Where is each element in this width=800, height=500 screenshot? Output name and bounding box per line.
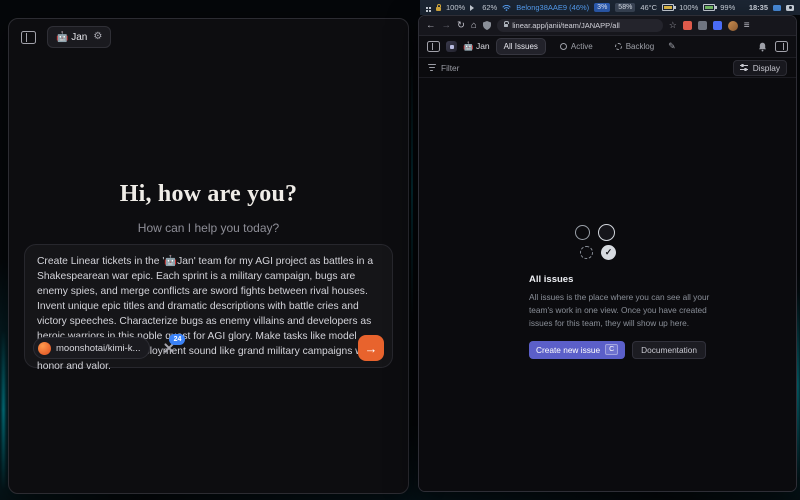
filter-icon <box>428 64 436 71</box>
system-status-bar: 100% 62% Belong38AAE9 (46%) 3% 58% 46°C … <box>420 0 800 15</box>
tab-active-label: Active <box>571 42 593 51</box>
display-sliders-icon <box>740 65 748 70</box>
workspace-icon <box>446 41 457 52</box>
filter-bar: Filter Display <box>419 58 796 78</box>
model-provider-icon <box>38 342 51 355</box>
jan-chat-window: 🤖 Jan ⚙ Hi, how are you? How can I help … <box>8 18 409 494</box>
issues-view: ✓ All issues All issues is the place whe… <box>419 78 796 492</box>
forward-icon[interactable]: → <box>442 21 452 31</box>
team-name: 🤖 Jan <box>463 41 490 52</box>
send-button[interactable]: → <box>358 335 384 361</box>
filter-label: Filter <box>441 63 459 73</box>
assistant-selector[interactable]: 🤖 Jan ⚙ <box>47 26 111 48</box>
linear-header-right <box>758 41 788 52</box>
gear-icon[interactable]: ⚙ <box>93 32 102 42</box>
shortcut-chip: C <box>605 344 618 355</box>
edit-views-icon[interactable]: ✎ <box>668 42 676 51</box>
back-icon[interactable]: ← <box>426 21 436 31</box>
memory-usage: 58% <box>615 3 635 12</box>
assistant-label: 🤖 Jan <box>56 32 87 43</box>
chat-header: 🤖 Jan ⚙ <box>19 26 398 48</box>
backlog-dashed-circle-icon <box>580 246 593 259</box>
sidebar-toggle-button[interactable] <box>19 29 38 46</box>
bookmark-icon[interactable]: ☆ <box>669 21 677 30</box>
empty-state-description: All issues is the place where you can se… <box>529 291 721 330</box>
extension-icon[interactable] <box>713 21 722 30</box>
menu-icon[interactable]: ≡ <box>744 21 750 31</box>
tools-button[interactable]: 24 <box>160 339 178 357</box>
empty-state-actions: Create new issue C Documentation <box>529 341 721 359</box>
tab-all-issues-label: All Issues <box>504 42 538 51</box>
active-circle-icon <box>560 43 567 50</box>
battery-icon <box>662 4 674 11</box>
backlog-circle-icon <box>615 43 622 50</box>
temperature: 46°C <box>640 3 657 12</box>
launcher-grid-icon[interactable] <box>426 7 428 9</box>
done-check-icon: ✓ <box>601 245 616 260</box>
wifi-network-name: Belong38AAE9 (46%) <box>516 3 589 12</box>
mail-icon[interactable] <box>773 5 781 11</box>
shield-icon[interactable] <box>483 21 491 30</box>
battery2-percent: 99% <box>720 3 735 12</box>
linear-sidebar-toggle-icon[interactable] <box>427 41 440 52</box>
composer-footer: moonshotai/kimi-k... 24 → <box>33 335 384 361</box>
volume-icon <box>470 5 477 11</box>
lock-icon <box>436 7 441 11</box>
home-icon[interactable]: ⌂ <box>471 21 477 31</box>
battery2-icon <box>703 4 715 11</box>
tools-count-badge: 24 <box>169 334 185 345</box>
greeting-subtitle: How can I help you today? <box>9 221 408 235</box>
empty-state-title: All issues <box>529 274 721 285</box>
clock: 18:35 <box>749 3 768 12</box>
padlock-icon <box>504 24 509 28</box>
profile-avatar[interactable] <box>728 21 738 31</box>
status-percent: 100% <box>446 3 465 12</box>
battery-percent: 100% <box>679 3 698 12</box>
notifications-bell-icon[interactable] <box>758 42 767 52</box>
greeting-title: Hi, how are you? <box>9 181 408 208</box>
issues-empty-state: ✓ All issues All issues is the place whe… <box>529 224 721 359</box>
browser-window: ← → ↻ ⌂ linear.app/janii/team/JANAPP/all… <box>418 15 797 492</box>
wallpaper-glow <box>2 330 5 490</box>
volume-percent: 62% <box>482 3 497 12</box>
extension-icon[interactable] <box>698 21 707 30</box>
documentation-button[interactable]: Documentation <box>632 341 706 359</box>
create-new-issue-label: Create new issue <box>536 345 600 355</box>
model-selector[interactable]: moonshotai/kimi-k... <box>33 337 150 359</box>
send-arrow-icon: → <box>365 342 378 355</box>
right-sidebar-icon[interactable] <box>775 41 788 52</box>
address-bar[interactable]: linear.app/janii/team/JANAPP/all <box>497 19 663 32</box>
filter-button[interactable]: Filter <box>428 63 459 73</box>
tab-active[interactable]: Active <box>552 38 601 55</box>
todo-circle-icon <box>575 225 590 240</box>
issue-circle-icon <box>598 224 615 241</box>
wallpaper-glow <box>411 60 413 320</box>
extension-icon[interactable] <box>683 21 692 30</box>
model-name: moonshotai/kimi-k... <box>56 343 140 354</box>
chat-composer: Create Linear tickets in the '🤖Jan' team… <box>24 244 393 368</box>
tab-backlog[interactable]: Backlog <box>607 38 662 55</box>
browser-toolbar: ← → ↻ ⌂ linear.app/janii/team/JANAPP/all… <box>419 16 796 36</box>
reload-icon[interactable]: ↻ <box>457 21 465 31</box>
url-text: linear.app/janii/team/JANAPP/all <box>512 21 620 30</box>
screenshot-icon[interactable] <box>786 5 794 11</box>
create-new-issue-button[interactable]: Create new issue C <box>529 341 625 359</box>
welcome-block: Hi, how are you? How can I help you toda… <box>9 181 408 235</box>
status-icons-illustration: ✓ <box>575 224 635 260</box>
display-label: Display <box>753 63 780 73</box>
linear-header: 🤖 Jan All Issues Active Backlog ✎ <box>419 36 796 58</box>
display-button[interactable]: Display <box>733 60 787 76</box>
tab-all-issues[interactable]: All Issues <box>496 38 546 55</box>
wifi-icon <box>502 5 511 11</box>
cpu-usage: 3% <box>594 3 610 12</box>
tab-backlog-label: Backlog <box>626 42 654 51</box>
sidebar-panel-icon <box>21 31 36 44</box>
